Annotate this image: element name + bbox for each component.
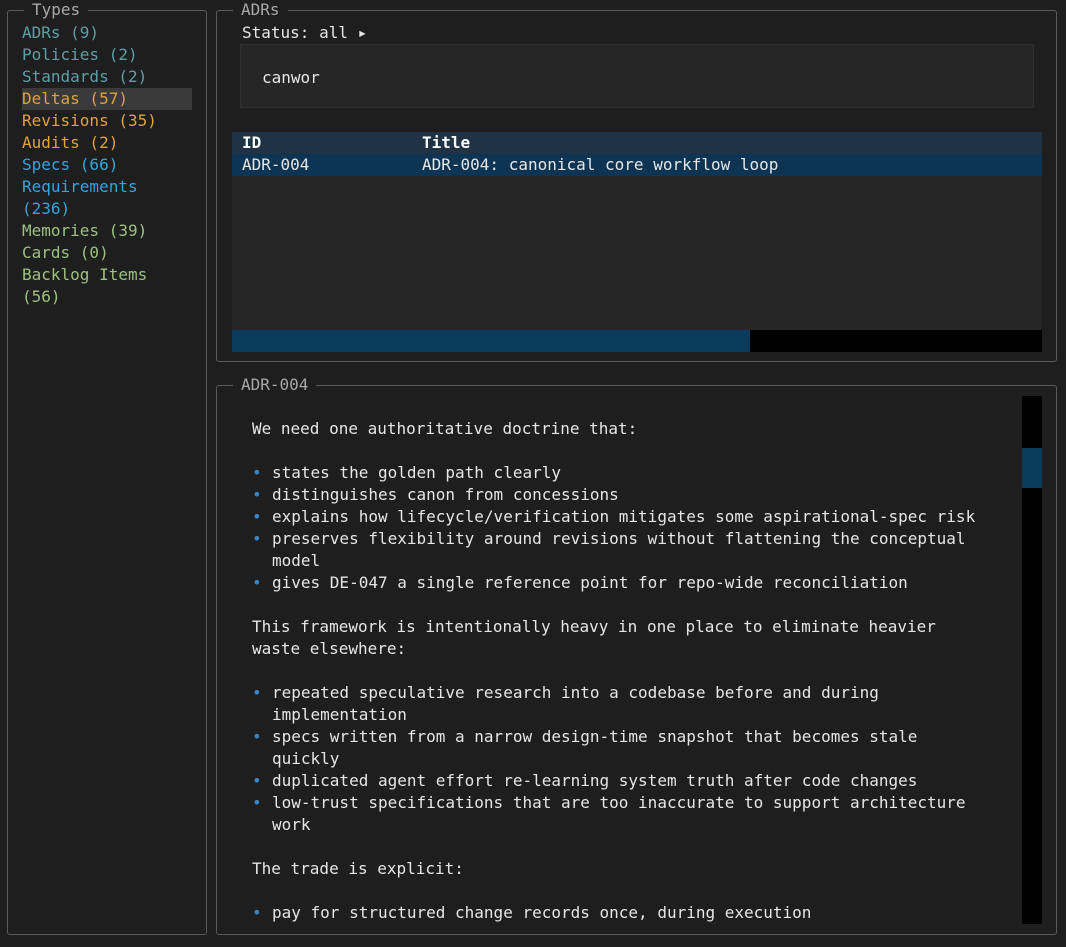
detail-bullet-text: low-trust specifications that are too in… [272, 793, 966, 812]
search-input[interactable]: canwor [262, 67, 320, 89]
bullet-icon: • [252, 463, 262, 482]
type-item[interactable]: Policies (2) [22, 44, 138, 66]
type-item[interactable]: Memories (39) [22, 220, 147, 242]
status-filter[interactable]: Status: all ▸ [242, 22, 367, 44]
table-scrollbar-thumb[interactable] [232, 330, 751, 352]
detail-paragraph: The trade is explicit: [252, 859, 464, 878]
bullet-icon: • [252, 727, 262, 746]
bullet-icon: • [252, 485, 262, 504]
detail-paragraph: We need one authoritative doctrine that: [252, 419, 638, 438]
type-item[interactable]: ADRs (9) [22, 22, 99, 44]
bullet-icon: • [252, 793, 262, 812]
type-item[interactable]: Deltas (57) [22, 88, 128, 110]
type-item[interactable]: Standards (2) [22, 66, 147, 88]
detail-bullet-text: implementation [272, 705, 407, 724]
detail-bullet-text: work [272, 815, 311, 834]
detail-bullet-text: explains how lifecycle/verification miti… [272, 507, 976, 526]
detail-bullet-text: states the golden path clearly [272, 463, 561, 482]
bullet-icon: • [252, 771, 262, 790]
detail-bullet-text: duplicated agent effort re-learning syst… [272, 771, 918, 790]
adrs-panel-title: ADRs [233, 0, 288, 20]
type-item[interactable]: (56) [22, 286, 61, 308]
detail-paragraph: This framework is intentionally heavy in… [252, 617, 936, 636]
detail-panel-title: ADR-004 [233, 375, 317, 395]
table-header: ID Title [232, 132, 1042, 154]
detail-bullet-text: gives DE-047 a single reference point fo… [272, 573, 908, 592]
detail-bullet-text: repeated speculative research into a cod… [272, 683, 879, 702]
type-item[interactable]: (236) [22, 198, 70, 220]
detail-bullet-text: quickly [272, 749, 340, 768]
bullet-icon: • [252, 507, 262, 526]
bullet-icon: • [252, 573, 262, 592]
search-box[interactable]: canwor [240, 44, 1034, 108]
bullet-icon: • [252, 683, 262, 702]
detail-bullet-text: pay for structured change records once, … [272, 903, 812, 922]
type-item[interactable]: Revisions (35) [22, 110, 157, 132]
detail-bullet-text: specs written from a narrow design-time … [272, 727, 918, 746]
row-id: ADR-004 [242, 155, 310, 174]
type-item[interactable]: Backlog Items [22, 264, 147, 286]
detail-bullet-text: distinguishes canon from concessions [272, 485, 619, 504]
type-item[interactable]: Audits (2) [22, 132, 118, 154]
detail-scrollbar-track[interactable] [1022, 396, 1042, 924]
detail-bullet-text: model [272, 551, 321, 570]
type-item[interactable]: Specs (66) [22, 154, 118, 176]
detail-paragraph: waste elsewhere: [252, 639, 407, 658]
table-scrollbar-track[interactable] [232, 330, 1042, 352]
bullet-icon: • [252, 903, 262, 922]
adr-table: ID Title ADR-004 ADR-004: canonical core… [232, 132, 1042, 330]
type-item[interactable]: Cards (0) [22, 242, 109, 264]
row-title: ADR-004: canonical core workflow loop [422, 155, 779, 174]
detail-bullet-text: preserves flexibility around revisions w… [272, 529, 966, 548]
bullet-icon: • [252, 529, 262, 548]
type-item[interactable]: Requirements [22, 176, 138, 198]
table-row[interactable]: ADR-004 ADR-004: canonical core workflow… [232, 154, 1042, 176]
types-panel-title: Types [24, 0, 89, 20]
detail-scrollbar-thumb[interactable] [1022, 448, 1042, 488]
column-header-id[interactable]: ID [242, 132, 261, 154]
column-header-title[interactable]: Title [422, 132, 470, 154]
